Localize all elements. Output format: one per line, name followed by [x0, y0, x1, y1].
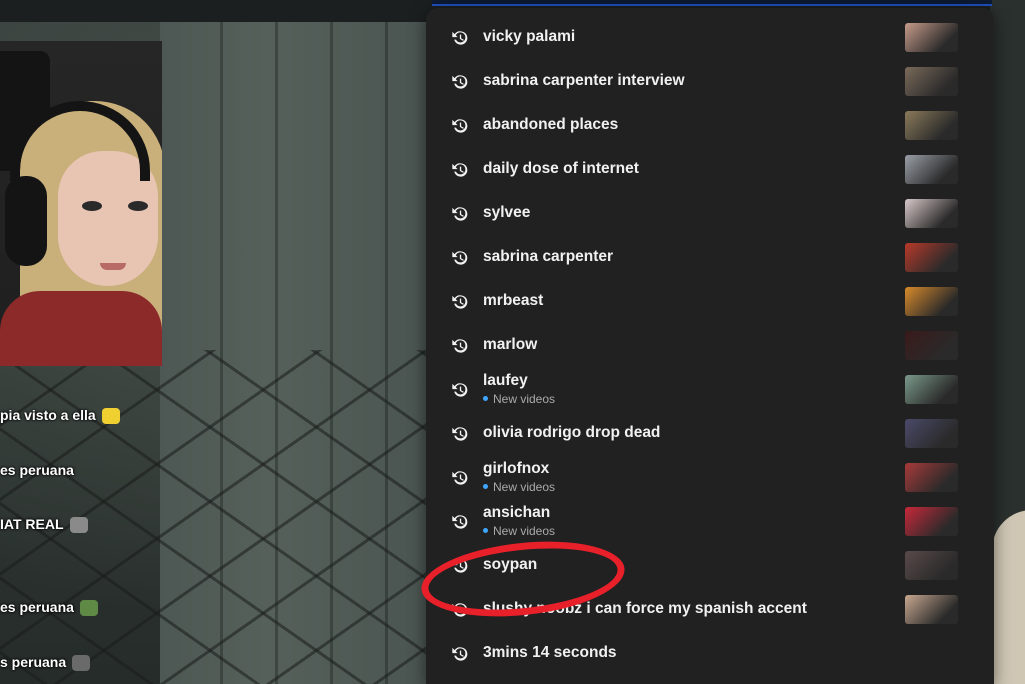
- search-thumbnail[interactable]: [905, 375, 958, 404]
- search-thumbnail[interactable]: [905, 243, 958, 272]
- search-history-label: sabrina carpenter interview: [483, 72, 685, 89]
- chat-message: es peruana: [0, 462, 74, 478]
- search-history-item[interactable]: vicky palami: [426, 16, 994, 60]
- history-icon: [449, 72, 469, 92]
- chat-message-text: IAT REAL: [0, 516, 64, 532]
- search-history-item[interactable]: girlofnox New videos: [426, 456, 994, 500]
- chat-emote: [101, 408, 120, 425]
- search-history-label: sylvee: [483, 204, 531, 221]
- search-history-label: marlow: [483, 336, 538, 353]
- search-history-item[interactable]: sylvee: [426, 192, 994, 236]
- search-history-label: daily dose of internet: [483, 160, 639, 177]
- chat-message-text: s peruana: [0, 654, 67, 670]
- search-history-item[interactable]: olivia rodrigo drop dead: [426, 412, 994, 456]
- search-thumbnail[interactable]: [905, 419, 958, 448]
- search-history-item[interactable]: marlow: [426, 324, 994, 368]
- search-history-label: sabrina carpenter: [483, 248, 614, 265]
- search-thumbnail[interactable]: [905, 67, 958, 96]
- search-thumbnail[interactable]: [905, 551, 958, 580]
- search-history-item[interactable]: sabrina carpenter: [426, 236, 994, 280]
- new-videos-text: New videos: [493, 524, 556, 538]
- search-thumbnail[interactable]: [905, 23, 958, 52]
- history-icon: [449, 380, 469, 400]
- search-history-label: girlofnox: [483, 460, 550, 477]
- chat-message-text: es peruana: [0, 462, 74, 478]
- chat-message-text: pia visto a ella: [0, 407, 96, 423]
- new-videos-text: New videos: [493, 480, 556, 494]
- search-history-item[interactable]: 3mins 14 seconds: [426, 632, 994, 676]
- search-history-label: mrbeast: [483, 292, 544, 309]
- search-thumbnail[interactable]: [905, 595, 958, 624]
- history-icon: [449, 28, 469, 48]
- new-dot-icon: [483, 396, 488, 402]
- history-icon: [449, 292, 469, 312]
- chat-emote: [72, 655, 91, 672]
- search-thumbnail[interactable]: [905, 199, 958, 228]
- search-history-label: laufey: [483, 372, 528, 389]
- new-dot-icon: [483, 528, 488, 534]
- search-history-label: abandoned places: [483, 116, 619, 133]
- search-history-item[interactable]: ansichan New videos: [426, 500, 994, 544]
- headphones: [5, 176, 47, 266]
- search-thumbnail[interactable]: [905, 463, 958, 492]
- history-icon: [449, 204, 469, 224]
- search-history-item[interactable]: sabrina carpenter interview: [426, 60, 994, 104]
- search-history-item[interactable]: abandoned places: [426, 104, 994, 148]
- new-videos-indicator: New videos: [483, 480, 555, 494]
- chat-message: s peruana: [0, 654, 91, 672]
- search-history-label: vicky palami: [483, 28, 576, 45]
- search-thumbnail[interactable]: [905, 331, 958, 360]
- new-dot-icon: [483, 484, 488, 490]
- chat-message: es peruana: [0, 599, 98, 617]
- history-icon: [449, 424, 469, 444]
- webcam-overlay: [0, 41, 162, 366]
- new-videos-indicator: New videos: [483, 524, 555, 538]
- search-history-item[interactable]: laufey New videos: [426, 368, 994, 412]
- chat-message: pia visto a ella: [0, 407, 120, 425]
- search-history-label: 3mins 14 seconds: [483, 644, 617, 661]
- chat-message-text: es peruana: [0, 599, 74, 615]
- chat-emote: [69, 517, 88, 534]
- search-thumbnail[interactable]: [905, 155, 958, 184]
- history-icon: [449, 468, 469, 488]
- new-videos-text: New videos: [493, 392, 556, 406]
- search-thumbnail[interactable]: [905, 111, 958, 140]
- search-thumbnail[interactable]: [905, 287, 958, 316]
- search-thumbnail[interactable]: [905, 507, 958, 536]
- search-history-item[interactable]: daily dose of internet: [426, 148, 994, 192]
- new-videos-indicator: New videos: [483, 392, 555, 406]
- search-history-item[interactable]: mrbeast: [426, 280, 994, 324]
- chat-message: IAT REAL: [0, 516, 88, 534]
- history-icon: [449, 512, 469, 532]
- history-icon: [449, 248, 469, 268]
- history-icon: [449, 336, 469, 356]
- search-history-label: olivia rodrigo drop dead: [483, 424, 661, 441]
- search-history-label: ansichan: [483, 504, 551, 521]
- history-icon: [449, 644, 469, 664]
- history-icon: [449, 160, 469, 180]
- chat-emote: [79, 600, 98, 617]
- history-icon: [449, 116, 469, 136]
- search-bar-edge[interactable]: [432, 0, 992, 6]
